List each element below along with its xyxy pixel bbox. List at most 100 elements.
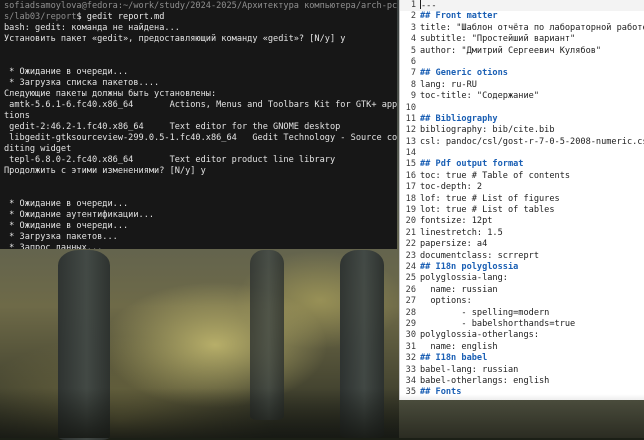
line-number: 26	[405, 284, 416, 295]
line-text: name: english	[420, 341, 498, 352]
editor-line: 20 fontsize: 12pt	[400, 216, 644, 227]
line-number: 18	[405, 193, 416, 204]
line-text: papersize: a4	[420, 239, 488, 250]
editor-line: 29 - babelshorthands=true	[400, 319, 644, 330]
line-number: 27	[405, 296, 416, 307]
terminal-output-line: * Запрос данных...	[4, 243, 103, 249]
editor-line: 31 name: english	[400, 342, 644, 353]
markdown-heading: ## I18n polyglossia	[420, 261, 519, 272]
editor-line: 11 ## Bibliography	[400, 114, 644, 125]
line-text: toc: true # Table of contents	[420, 170, 571, 181]
terminal-output-line: gedit-2:46.2-1.fc40.x86_64 Text editor f…	[4, 122, 341, 132]
line-text	[420, 57, 644, 68]
line-text	[420, 103, 644, 114]
line-number: 5	[410, 45, 416, 56]
line-number: 17	[405, 182, 416, 193]
editor-line: 33 babel-lang: russian	[400, 365, 644, 376]
editor-line: 19 lot: true # List of tables	[400, 205, 644, 216]
terminal-output-line: libgedit-gtksourceview-299.0.5-1.fc40.x8…	[4, 133, 397, 143]
line-text: polyglossia-otherlangs:	[420, 330, 539, 341]
terminal-prompt-line-wrap: s/lab03/report$ gedit report.md	[4, 12, 397, 23]
line-text: - spelling=modern	[420, 307, 550, 318]
terminal-output-line: * Ожидание в очереди...	[4, 67, 129, 77]
markdown-heading: ## Generic otions	[420, 68, 508, 79]
markdown-heading: ## Bibliography	[420, 113, 498, 124]
markdown-heading: ## Front matter	[420, 11, 498, 22]
line-text	[420, 148, 644, 159]
line-text: linestretch: 1.5	[420, 227, 503, 238]
editor-line: 15 ## Pdf output format	[400, 159, 644, 170]
line-text: name: russian	[420, 284, 498, 295]
line-number: 9	[410, 91, 416, 102]
line-text: author: "Дмитрий Сергеевич Кулябов"	[420, 45, 602, 56]
terminal-output-line: * Ожидание аутентификации...	[4, 210, 155, 220]
line-text: babel-lang: russian	[420, 364, 519, 375]
line-number: 21	[405, 227, 416, 238]
terminal-output-line: amtk-5.6.1-6.fc40.x86_64 Actions, Menus …	[4, 100, 397, 110]
line-text: toc-title: "Содержание"	[420, 91, 539, 102]
editor-line: 34 babel-otherlangs: english	[400, 376, 644, 387]
editor-line: 9 toc-title: "Содержание"	[400, 91, 644, 102]
prompt-path-continued: s/lab03/report	[4, 12, 77, 22]
line-text: title: "Шаблон отчёта по лабораторной ра…	[420, 22, 644, 33]
editor-line: 8 lang: ru-RU	[400, 80, 644, 91]
editor-line: 30 polyglossia-otherlangs:	[400, 330, 644, 341]
terminal-output-line: * Ожидание в очереди...	[4, 199, 129, 209]
editor-line: 27 options:	[400, 296, 644, 307]
line-number: 3	[410, 22, 416, 33]
desktop-strip	[399, 400, 644, 438]
line-number: 6	[410, 56, 416, 67]
editor-line: 3 title: "Шаблон отчёта по лабораторной р…	[400, 23, 644, 34]
editor-line: 21 linestretch: 1.5	[400, 228, 644, 239]
editor-line: 17 toc-depth: 2	[400, 182, 644, 193]
line-text: toc-depth: 2	[420, 182, 483, 193]
terminal-output-line: diting widget	[4, 144, 72, 154]
editor-line: 24 ## I18n polyglossia	[400, 262, 644, 273]
editor-line: 22 papersize: a4	[400, 239, 644, 250]
line-number: 16	[405, 170, 416, 181]
line-number: 7	[410, 68, 416, 79]
line-text: documentclass: scrreprt	[420, 250, 539, 261]
line-number: 22	[405, 239, 416, 250]
editor-line: 18 lof: true # List of figures	[400, 194, 644, 205]
terminal-output-line: Установить пакет «gedit», предоставляющи…	[4, 34, 346, 44]
line-number: 23	[405, 250, 416, 261]
terminal-window[interactable]: sofiadsamoylova@fedora:~/work/study/2024…	[0, 0, 397, 249]
text-editor-window[interactable]: 1 --- 2 ## Front matter 3 title: "Шаблон отчё…	[399, 0, 644, 400]
editor-text-area[interactable]: 1 --- 2 ## Front matter 3 title: "Шаблон отчё…	[400, 0, 644, 400]
line-text: lot: true # List of tables	[420, 205, 555, 216]
line-text: babel-otherlangs: english	[420, 375, 550, 386]
prompt-path: :~/work/study/2024-2025/Архитектура комп…	[117, 1, 397, 11]
editor-line: 28 - spelling=modern	[400, 308, 644, 319]
terminal-output-line: bash: gedit: команда не найдена...	[4, 23, 180, 33]
editor-line: 1 ---	[400, 0, 644, 12]
editor-line: 32 ## I18n babel	[400, 353, 644, 364]
terminal-output-line: * Ожидание в очереди...	[4, 221, 129, 231]
terminal-output-line: Продолжить с этими изменениями? [N/y] y	[4, 166, 206, 176]
line-number: 32	[405, 353, 416, 364]
line-text: fontsize: 12pt	[420, 216, 493, 227]
line-text: csl: pandoc/csl/gost-r-7-0-5-2008-numeri…	[420, 136, 644, 147]
line-number: 4	[410, 34, 416, 45]
terminal-output-line: tions	[4, 111, 30, 121]
line-number: 8	[410, 79, 416, 90]
line-text: bibliography: bib/cite.bib	[420, 125, 555, 136]
editor-line: 6	[400, 57, 644, 68]
line-text: subtitle: "Простейший вариант"	[420, 34, 576, 45]
markdown-heading: ## I18n babel	[420, 353, 488, 364]
line-text: ---	[420, 0, 437, 11]
line-number: 28	[405, 307, 416, 318]
terminal-command: gedit report.md	[81, 12, 165, 22]
editor-line: 5 author: "Дмитрий Сергеевич Кулябов"	[400, 46, 644, 57]
line-number: 14	[405, 148, 416, 159]
line-number: 20	[405, 216, 416, 227]
line-number: 30	[405, 330, 416, 341]
markdown-heading: ## Pdf output format	[420, 159, 524, 170]
line-number: 2	[410, 11, 416, 22]
editor-line: 23 documentclass: scrreprt	[400, 251, 644, 262]
line-text: lof: true # List of figures	[420, 193, 560, 204]
line-number: 19	[405, 205, 416, 216]
